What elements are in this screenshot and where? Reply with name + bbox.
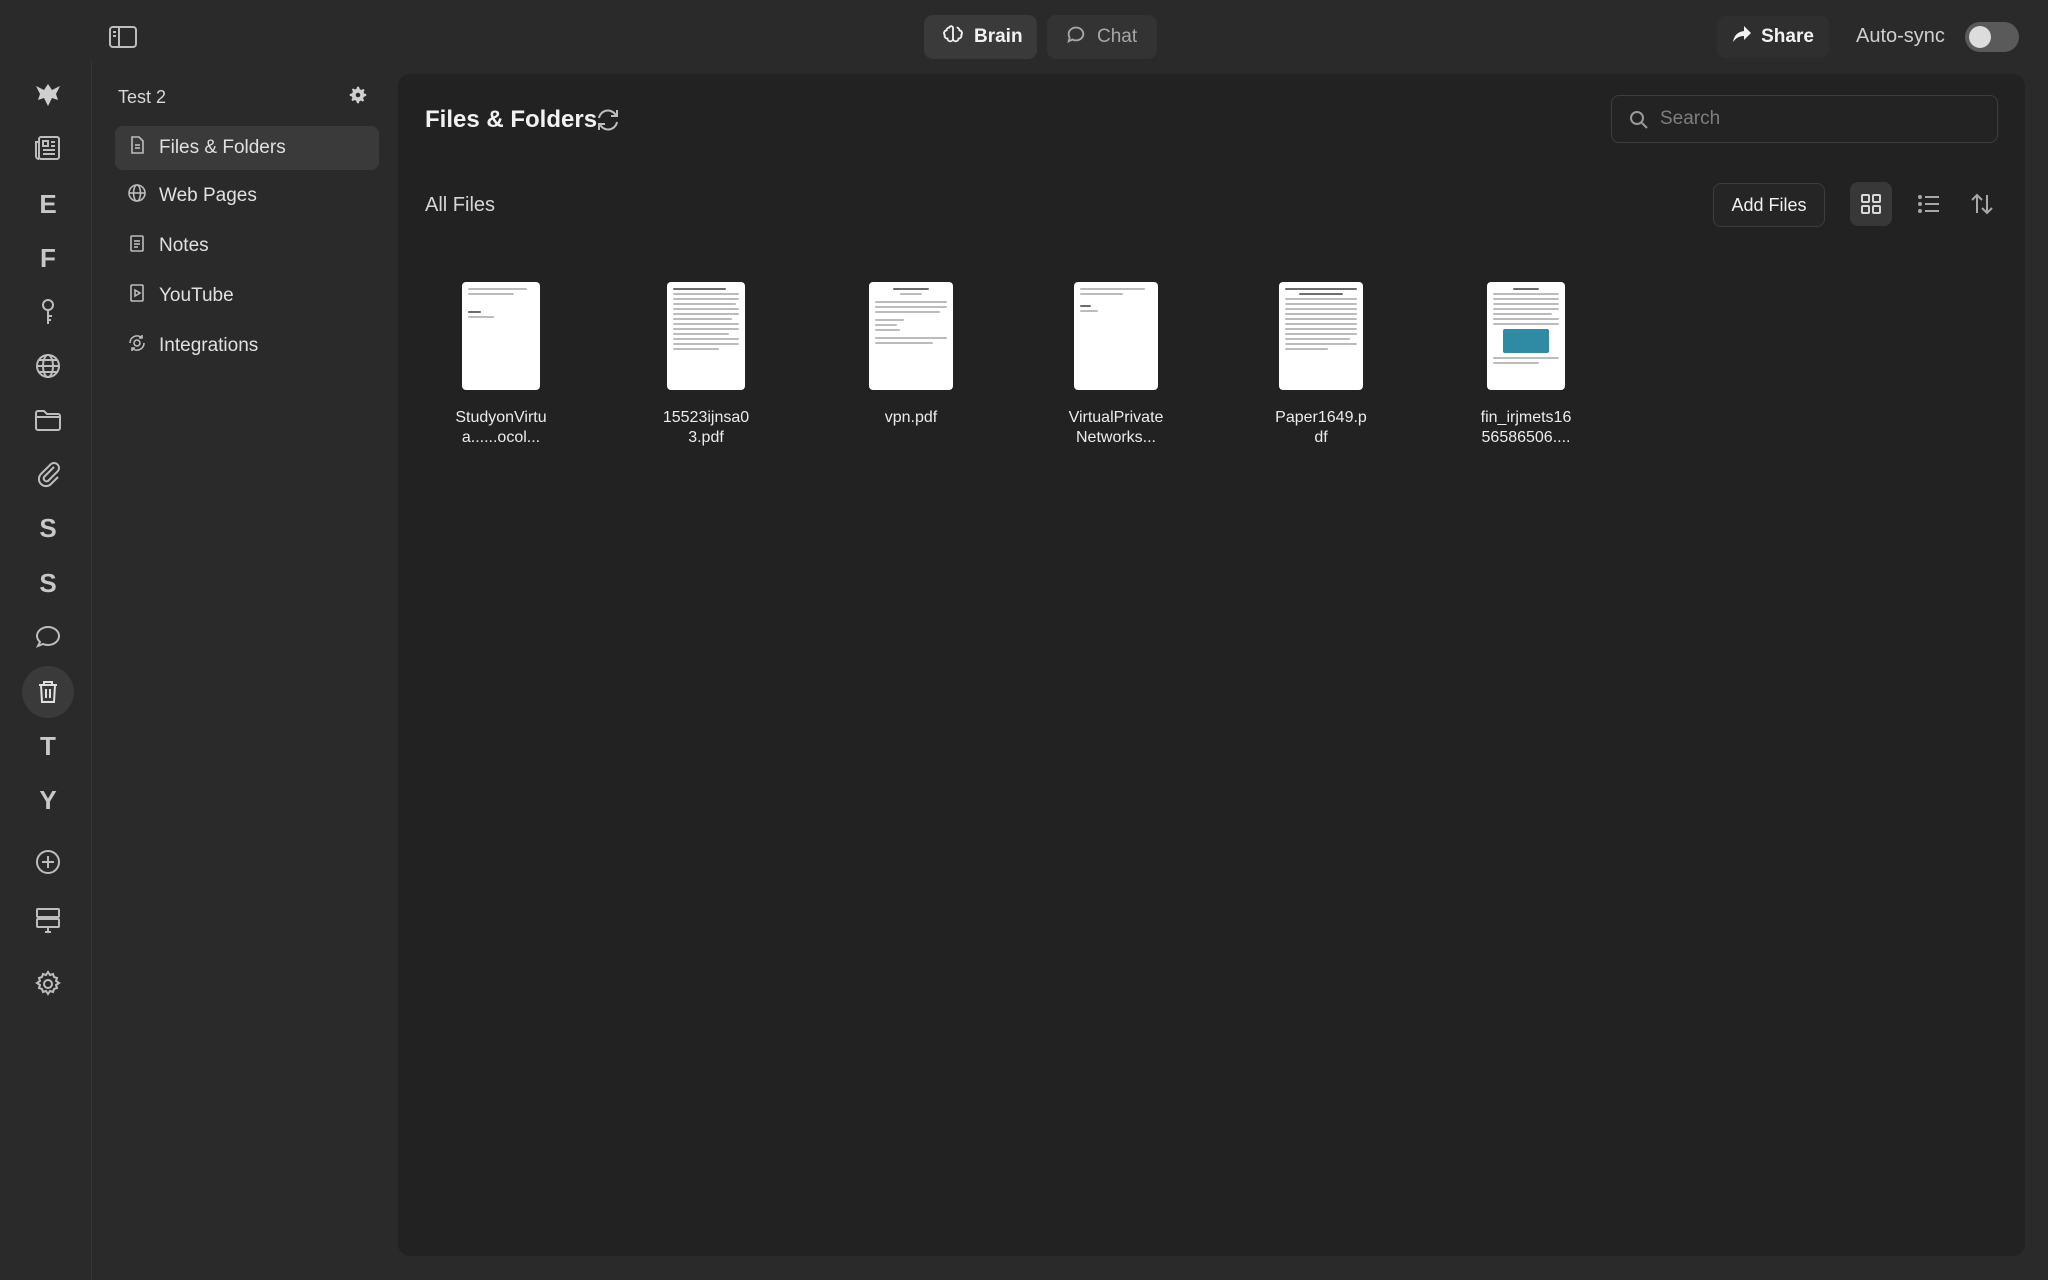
app-window: Brain Chat Share Auto-sync E F S S T Y T… [0,0,2048,1280]
nav-item-youtube[interactable]: YouTube [115,274,379,318]
chat-label: Chat [1097,26,1138,47]
main-panel: Files & Folders All Files Add Files Stud… [398,74,2025,1256]
rail-item-y[interactable]: Y [22,774,74,826]
integrations-icon [127,333,147,359]
rail-letter: Y [39,784,57,815]
file-name: vpn.pdf [884,409,938,426]
brain-icon [942,23,964,51]
rail-letter: T [40,730,56,761]
nav-item-label: Web Pages [159,185,257,206]
file-thumbnail [869,282,953,390]
page-title: Files & Folders [425,106,598,133]
newspaper-icon[interactable] [22,122,74,174]
note-icon [127,233,147,259]
folder-icon[interactable] [22,394,74,446]
rail-letter: E [39,188,57,219]
file-name: fin_irjmets1656586506.... [1480,409,1572,446]
nav-item-label: YouTube [159,285,234,306]
grid-view-button[interactable] [1850,182,1892,226]
add-files-button[interactable]: Add Files [1713,183,1825,227]
nav-item-notes[interactable]: Notes [115,224,379,268]
list-view-button[interactable] [1908,182,1950,226]
list-icon [1918,195,1939,213]
brain-mode-button[interactable]: Brain [924,15,1037,59]
file-tile[interactable]: StudyonVirtua......ocol... [441,282,561,448]
rail-item-s[interactable]: S [22,502,74,554]
share-button[interactable]: Share [1717,16,1829,58]
file-thumbnail [1279,282,1363,390]
trash-icon[interactable] [22,666,74,718]
workspace-settings-icon[interactable] [347,84,369,106]
share-label: Share [1761,26,1814,47]
sidebar-toggle-icon[interactable] [108,24,138,50]
sort-icon [1971,193,1993,215]
file-thumbnail [667,282,745,390]
file-tile[interactable]: Paper1649.pdf [1261,282,1381,448]
video-icon [127,283,147,309]
world-map-thumbnail [1503,329,1549,353]
rail-item-t[interactable]: T [22,720,74,772]
grid-icon [1861,194,1881,214]
paperclip-icon[interactable] [22,448,74,500]
rail-letter: F [40,242,56,273]
file-thumbnail [1074,282,1158,390]
layout-icon[interactable] [22,894,74,946]
nav-item-label: Files & Folders [159,137,286,158]
nav-item-integrations[interactable]: Integrations [115,324,379,368]
brain-label: Brain [974,26,1023,47]
nav-item-label: Integrations [159,335,259,356]
file-tile[interactable]: 15523ijnsa03.pdf [646,282,766,448]
nav-item-label: Notes [159,235,209,256]
share-arrow-icon [1732,25,1752,49]
chat-icon [1065,23,1087,51]
file-name: 15523ijnsa03.pdf [662,409,750,446]
nav-item-files-folders[interactable]: Files & Folders [115,126,379,170]
search-icon [1630,111,1648,129]
rail-item-e[interactable]: E [22,178,74,230]
key-icon[interactable] [22,286,74,338]
globe-icon [127,183,147,209]
toggle-knob [1969,26,1991,48]
file-tile[interactable]: VirtualPrivateNetworks... [1056,282,1176,448]
file-name: StudyonVirtua......ocol... [455,409,547,446]
file-tile[interactable]: fin_irjmets1656586506.... [1466,282,1586,448]
chat-mode-button[interactable]: Chat [1047,15,1157,59]
file-icon [127,135,147,161]
comment-icon[interactable] [22,611,74,663]
refresh-icon[interactable] [594,106,622,134]
file-name: VirtualPrivateNetworks... [1068,409,1164,446]
file-thumbnail [462,282,540,390]
globe-icon[interactable] [22,340,74,392]
sort-button[interactable] [1961,182,2003,226]
rail-item-s-2[interactable]: S [22,557,74,609]
add-circle-icon[interactable] [22,836,74,888]
autosync-label: Auto-sync [1856,25,1945,47]
rail-item-f[interactable]: F [22,232,74,284]
settings-gear-icon[interactable] [22,958,74,1010]
rail-letter: S [39,567,57,598]
logo-icon[interactable] [22,68,74,120]
search-input[interactable] [1660,96,1980,142]
search-box[interactable] [1611,95,1998,143]
icon-rail: E F S S T Y [0,60,92,1280]
file-tile[interactable]: vpn.pdf [851,282,971,428]
nav-item-web-pages[interactable]: Web Pages [115,174,379,218]
file-name: Paper1649.pdf [1275,409,1367,446]
file-thumbnail [1487,282,1565,390]
section-label: All Files [425,194,496,216]
workspace-name: Test 2 [118,87,167,107]
rail-letter: S [39,512,57,543]
autosync-toggle[interactable] [1965,22,2019,52]
nav-panel: Test 2 Files & Folders Web Pages Notes Y… [93,60,393,1280]
